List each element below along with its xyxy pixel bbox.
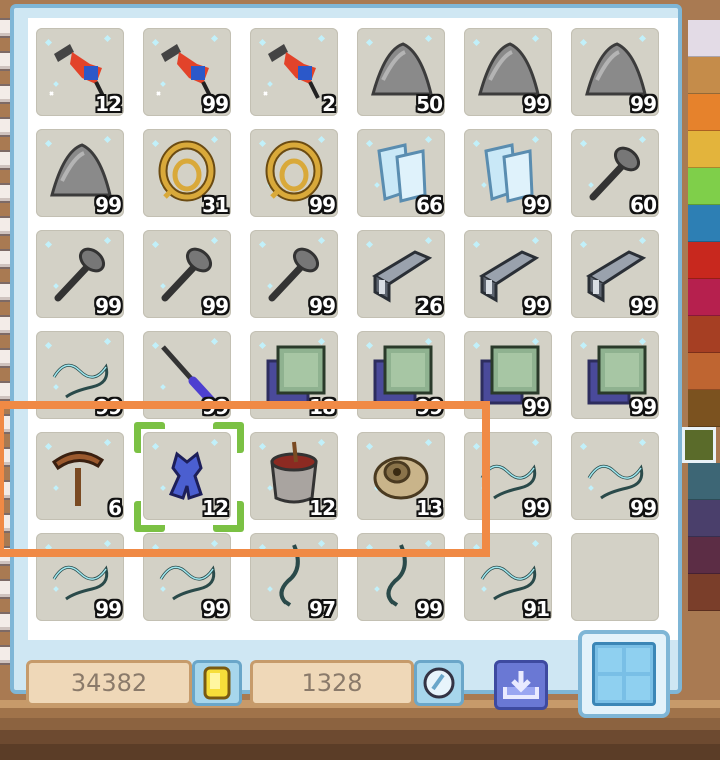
item-quantity: 99 [523, 496, 550, 520]
inventory-slot[interactable]: 99 [250, 230, 338, 318]
item-quantity: 99 [202, 597, 229, 621]
inventory-slot[interactable]: 99 [571, 432, 659, 520]
color-tab[interactable] [688, 463, 720, 500]
color-tab[interactable] [688, 316, 720, 353]
item-quantity: 99 [630, 92, 657, 116]
item-quantity: 99 [95, 597, 122, 621]
inventory-slot[interactable]: 99 [250, 129, 338, 217]
inventory-slot[interactable]: 31 [143, 129, 231, 217]
coin-counter: 34382 [26, 660, 192, 706]
inventory-slot[interactable]: 60 [571, 129, 659, 217]
inventory-slot[interactable]: 99 [571, 331, 659, 419]
inventory-slot[interactable]: 99 [36, 230, 124, 318]
item-quantity: 99 [95, 193, 122, 217]
item-quantity: 26 [416, 294, 443, 318]
color-tab[interactable] [688, 500, 720, 537]
item-quantity: 97 [309, 597, 336, 621]
item-quantity: 99 [523, 193, 550, 217]
inventory-slot[interactable]: 12 [36, 28, 124, 116]
gem-counter: 1328 [250, 660, 414, 706]
orange-highlight-box [0, 401, 490, 557]
item-quantity: 60 [630, 193, 657, 217]
inventory-slot[interactable]: 99 [36, 129, 124, 217]
grid-view-button[interactable] [578, 630, 670, 718]
color-tab[interactable] [688, 20, 720, 57]
item-quantity: 99 [309, 193, 336, 217]
color-tab[interactable] [688, 131, 720, 168]
color-tabs[interactable] [682, 20, 720, 611]
item-quantity: 66 [416, 193, 443, 217]
item-quantity: 99 [202, 294, 229, 318]
item-quantity: 99 [202, 92, 229, 116]
color-tab[interactable] [682, 427, 716, 463]
item-quantity: 91 [523, 597, 550, 621]
color-tab[interactable] [688, 279, 720, 316]
inventory-slot[interactable]: 66 [357, 129, 445, 217]
download-button[interactable] [494, 660, 548, 710]
item-quantity: 2 [322, 92, 336, 116]
inventory-slot[interactable]: 99 [143, 28, 231, 116]
item-quantity: 99 [630, 294, 657, 318]
color-tab[interactable] [688, 537, 720, 574]
inventory-slot[interactable]: 99 [464, 28, 552, 116]
item-quantity: 12 [95, 92, 122, 116]
color-tab[interactable] [688, 205, 720, 242]
inventory-slot[interactable]: 50 [357, 28, 445, 116]
inventory-slot[interactable]: 99 [143, 230, 231, 318]
item-quantity: 99 [523, 92, 550, 116]
inventory-slot[interactable]: 99 [571, 230, 659, 318]
item-quantity: 99 [309, 294, 336, 318]
color-tab[interactable] [688, 94, 720, 131]
inventory-slot[interactable]: 26 [357, 230, 445, 318]
grid-view-icon [592, 642, 656, 706]
color-tab[interactable] [688, 353, 720, 390]
download-icon [503, 671, 539, 699]
item-quantity: 99 [95, 294, 122, 318]
inventory-slot[interactable]: 99 [464, 129, 552, 217]
item-quantity: 99 [523, 395, 550, 419]
item-quantity: 50 [416, 92, 443, 116]
inventory-slot[interactable] [571, 533, 659, 621]
item-quantity: 99 [630, 496, 657, 520]
inventory-slot[interactable]: 99 [571, 28, 659, 116]
crystal-orb-icon [414, 660, 464, 706]
color-tab[interactable] [688, 574, 720, 611]
inventory-slot[interactable]: 2 [250, 28, 338, 116]
item-quantity: 99 [630, 395, 657, 419]
color-tab[interactable] [688, 242, 720, 279]
item-quantity: 31 [202, 193, 229, 217]
inventory-slot[interactable]: 99 [464, 230, 552, 318]
color-tab[interactable] [688, 57, 720, 94]
item-quantity: 99 [523, 294, 550, 318]
gold-coin-icon [192, 660, 242, 706]
color-tab[interactable] [688, 168, 720, 205]
item-quantity: 99 [416, 597, 443, 621]
drill-item-icon [263, 44, 320, 99]
color-tab[interactable] [688, 390, 720, 427]
